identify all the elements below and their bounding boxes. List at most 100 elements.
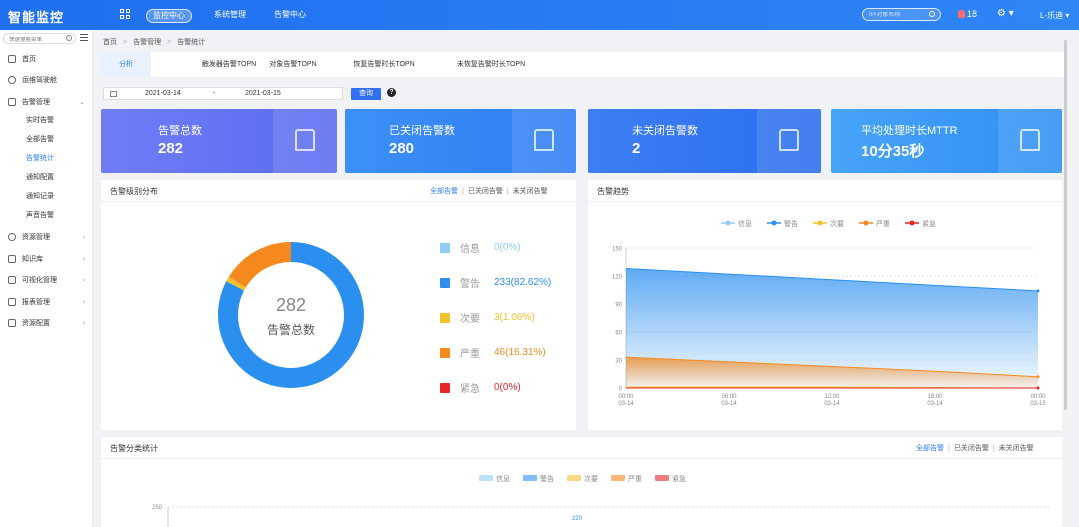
filter-all[interactable]: 全部告警 [916,445,944,452]
legend-swatch [440,312,450,323]
level-legend-item[interactable]: 次要 3(1.06%) [440,310,535,325]
level-legend-item[interactable]: 严重 46(16.31%) [440,345,546,360]
category-legend-item[interactable]: 警告 [523,474,554,483]
chevron-right-icon: › [82,298,85,306]
date-start[interactable]: 2021-03-14 [145,90,181,97]
top-search-input[interactable] [869,12,929,18]
filter-closed[interactable]: 已关闭告警 [468,188,503,195]
alert-count: 18 [967,9,978,19]
x-tick-label: 12:00 03-14 [824,394,840,407]
filter-open[interactable]: 未关闭告警 [999,445,1034,452]
topnav-alert-center[interactable]: 告警中心 [268,9,312,23]
search-icon[interactable] [66,35,72,41]
legend-value: 233(82.62%) [494,277,552,288]
sidebar-item-cockpit[interactable]: 运维驾驶舱 [0,73,93,87]
legend-label: 信息 [460,244,480,255]
settings-gear-icon[interactable]: ⚙ ▾ [997,8,1014,19]
card-title: 告警总数 [158,125,202,137]
category-legend-item[interactable]: 紧急 [655,474,686,483]
app-title: 智能监控 [8,10,65,25]
page-scrollbar[interactable] [1064,40,1067,410]
level-legend-item[interactable]: 信息 0(0%) [440,240,521,255]
bell-icon[interactable] [958,10,965,18]
sidebar-sub-realtime[interactable]: 实时告警 [26,115,54,125]
legend-value: 0(0%) [494,242,521,253]
filter-closed[interactable]: 已关闭告警 [954,445,989,452]
card-value: 2 [632,140,641,157]
level-legend-item[interactable]: 警告 233(82.62%) [440,275,551,290]
legend-label: 严重 [460,349,480,360]
card-value: 10分35秒 [861,143,925,160]
sidebar-item-resources[interactable]: 资源管理 › [0,230,93,244]
filter-all[interactable]: 全部告警 [430,188,458,195]
date-range-picker[interactable]: 2021-03-14 - 2021-03-15 [103,87,343,100]
sidebar-item-reports[interactable]: 报表管理 › [0,295,93,309]
sidebar: 首页 运维驾驶舱 告警管理⌄ 实时告警 全部告警 告警统计 通知配置 通知记录 … [0,30,93,527]
svg-text:信息: 信息 [496,474,510,483]
sidebar-sub-all[interactable]: 全部告警 [26,134,54,144]
document-edit-icon [1020,129,1040,151]
tab-bar: 分析 触发器告警TOPN 对象告警TOPN 恢复告警时长TOPN 未恢复告警时长… [101,52,1064,77]
topnav-system-management[interactable]: 系统管理 [208,9,252,23]
apps-grid-icon[interactable] [120,9,131,20]
filter-open[interactable]: 未关闭告警 [513,188,548,195]
chevron-right-icon: › [82,276,85,284]
panel-level-distribution: 告警级别分布 全部告警 | 已关闭告警 | 未关闭告警 282 告警总数 信息 0(0%)… [101,180,576,430]
tab-analysis[interactable]: 分析 [101,52,151,77]
trend-point[interactable] [1036,289,1040,293]
home-icon [8,55,16,63]
sidebar-item-alert-management[interactable]: 告警管理 ⌄ [0,95,93,109]
breadcrumb-alert-management[interactable]: 告警管理 [133,39,161,46]
help-icon[interactable]: ? [387,88,396,97]
sidebar-sub-sound-alert[interactable]: 声音告警 [26,210,54,220]
query-button[interactable]: 查询 [351,88,381,100]
sidebar-sub-statistics[interactable]: 告警统计 [26,153,54,163]
legend-label: 紧急 [460,384,480,395]
sidebar-item-visualization[interactable]: 可视化管理 › [0,273,93,287]
tab-object-topn[interactable]: 对象告警TOPN [253,52,333,77]
y-tick-label: 250 [152,505,163,511]
card-title: 平均处理时长MTTR [861,125,958,137]
card-value: 282 [158,140,184,157]
level-legend-item[interactable]: 紧急 0(0%) [440,380,521,395]
topnav-monitor-center[interactable]: 监控中心 [146,9,192,23]
sidebar-item-home[interactable]: 首页 [0,52,93,66]
trend-legend-item[interactable]: 信息 [721,219,752,228]
panel-title: 告警级别分布 [110,187,158,196]
legend-swatch [440,242,450,253]
date-end[interactable]: 2021-03-15 [245,90,281,97]
sidebar-item-resource-config[interactable]: 资源配置 › [0,316,93,330]
calendar-icon [110,91,117,97]
user-menu[interactable]: L-乐迪 ▾ [1040,10,1069,21]
trend-legend-item[interactable]: 紧急 [905,219,936,228]
trend-legend-item[interactable]: 严重 [859,220,890,228]
sidebar-sub-notify-log[interactable]: 通知记录 [26,191,54,201]
date-separator: - [213,90,216,97]
sidebar-item-knowledge[interactable]: 知识库 › [0,252,93,266]
search-icon[interactable] [929,11,935,17]
breadcrumb-home[interactable]: 首页 [103,39,117,46]
legend-value: 46(16.31%) [494,347,546,358]
trend-point[interactable] [1036,375,1040,379]
svg-text:次要: 次要 [830,219,844,228]
category-legend-item[interactable]: 信息 [479,474,510,483]
chart-icon [8,298,16,306]
tab-recovered-duration-topn[interactable]: 恢复告警时长TOPN [339,52,429,77]
svg-text:严重: 严重 [628,475,642,483]
trend-legend-item[interactable]: 警告 [767,219,798,228]
sidebar-search[interactable] [3,33,76,44]
trend-point[interactable] [1036,386,1040,390]
sidebar-search-input[interactable] [9,37,64,43]
tab-unrecovered-duration-topn[interactable]: 未恢复告警时长TOPN [441,52,541,77]
alert-bell[interactable]: 18 [958,9,977,19]
y-tick-label: 60 [615,331,622,337]
x-tick-label: 00:00 03-14 [618,394,634,407]
trend-legend-item[interactable]: 次要 [813,219,844,228]
sidebar-sub-notify-config[interactable]: 通知配置 [26,172,54,182]
legend-label: 次要 [460,314,480,325]
y-tick-label: 120 [612,275,623,281]
menu-toggle-icon[interactable] [80,34,88,43]
top-search[interactable] [862,8,941,21]
category-legend-item[interactable]: 次要 [567,474,598,483]
category-legend-item[interactable]: 严重 [611,475,642,483]
